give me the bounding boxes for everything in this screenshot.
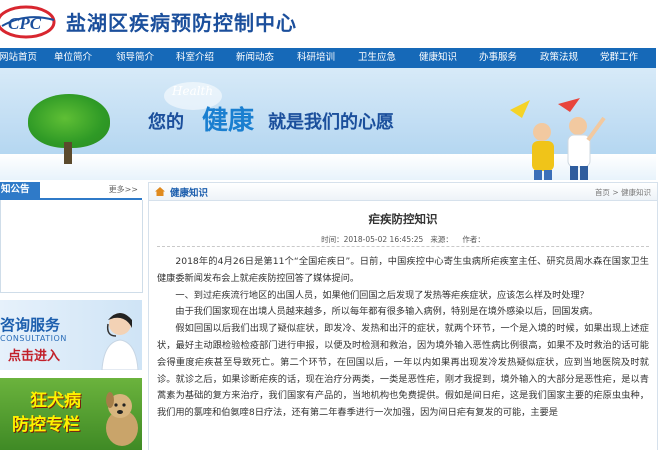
site-title: 盐湖区疾病预防控制中心 xyxy=(66,11,297,35)
notice-title: 知公告 xyxy=(0,182,40,198)
rabies-banner[interactable]: 狂犬病 防控专栏 xyxy=(0,378,142,450)
nav-item-about[interactable]: 单位简介 xyxy=(54,48,92,68)
article-paragraph: 由于我们国家现在出境人员越来越多，所以每年都有很多输入病例，特别是在境外感染以后… xyxy=(175,306,599,318)
hero-banner: Health 您的 健康 就是我们的心愿 xyxy=(0,68,656,180)
article-paragraph: 一、到过疟疾流行地区的出国人员，如果他们回国之后发现了发热等疟疾症状，应该怎么样… xyxy=(175,289,589,301)
breadcrumb[interactable]: 首页 > 健康知识 xyxy=(595,187,651,198)
tree-illustration xyxy=(28,94,110,148)
section-header: 健康知识 首页 > 健康知识 xyxy=(148,182,658,201)
logo-text: CPC xyxy=(8,14,42,33)
banner-slogan-emphasis: 健康 xyxy=(202,106,255,136)
rabies-subtitle: 防控专栏 xyxy=(12,415,80,435)
nav-item-departments[interactable]: 科室介绍 xyxy=(176,48,214,68)
paper-plane-icon xyxy=(510,100,530,118)
banner-slogan-suffix: 就是我们的心愿 xyxy=(268,112,394,133)
section-title: 健康知识 xyxy=(170,188,209,199)
dog-icon xyxy=(106,392,138,446)
nav-item-party[interactable]: 党群工作 xyxy=(600,48,638,68)
rabies-title: 狂犬病 xyxy=(30,391,81,411)
headset-agent-icon xyxy=(101,313,139,370)
article: 疟疾防控知识 时间：2018-05-02 16:45:25 来源： 作者： 20… xyxy=(148,201,658,450)
consultation-banner[interactable]: 咨询服务 CONSULTATION 点击进入 xyxy=(0,300,142,370)
notice-list xyxy=(0,200,143,293)
banner-slogan-prefix: 您的 xyxy=(148,112,184,133)
article-title: 疟疾防控知识 xyxy=(368,212,438,226)
notice-more-link[interactable]: 更多>> xyxy=(109,184,138,195)
article-divider xyxy=(157,246,649,247)
cdc-logo[interactable]: CPC xyxy=(0,2,60,42)
article-meta: 时间：2018-05-02 16:45:25 来源： 作者： xyxy=(321,235,485,244)
nav-item-leaders[interactable]: 领导简介 xyxy=(116,48,154,68)
consult-title: 咨询服务 xyxy=(0,316,61,334)
tree-trunk xyxy=(64,142,72,164)
article-paragraph: 2018年的4月26日是第11个“全国疟疾日”。日前，中国疾控中心寄生虫病所疟疾… xyxy=(157,256,649,284)
site-header: CPC 盐湖区疾病预防控制中心 xyxy=(0,0,668,48)
nav-item-home[interactable]: 网站首页 xyxy=(0,48,37,68)
home-icon xyxy=(155,187,165,196)
nav-item-services[interactable]: 办事服务 xyxy=(479,48,517,68)
article-paragraph: 假如回国以后我们出现了疑似症状，即发冷、发热和出汗的症状，就两个环节，一个是入境… xyxy=(157,323,649,419)
children-illustration xyxy=(510,98,606,180)
nav-item-research[interactable]: 科研培训 xyxy=(297,48,335,68)
nav-item-news[interactable]: 新闻动态 xyxy=(236,48,274,68)
notice-header: 知公告 更多>> xyxy=(0,182,142,200)
consult-subtitle: CONSULTATION xyxy=(0,334,67,343)
article-body: 2018年的4月26日是第11个“全国疟疾日”。日前，中国疾控中心寄生虫病所疟疾… xyxy=(157,254,649,422)
nav-item-policies[interactable]: 政策法规 xyxy=(540,48,578,68)
nav-item-health-knowledge[interactable]: 健康知识 xyxy=(419,48,457,68)
banner-health-word: Health xyxy=(172,84,214,98)
consult-enter: 点击进入 xyxy=(8,349,61,364)
paper-plane-icon xyxy=(558,98,580,112)
main-nav: 网站首页 单位简介 领导简介 科室介绍 新闻动态 科研培训 卫生应急 健康知识 … xyxy=(0,48,656,68)
nav-item-emergency[interactable]: 卫生应急 xyxy=(358,48,396,68)
